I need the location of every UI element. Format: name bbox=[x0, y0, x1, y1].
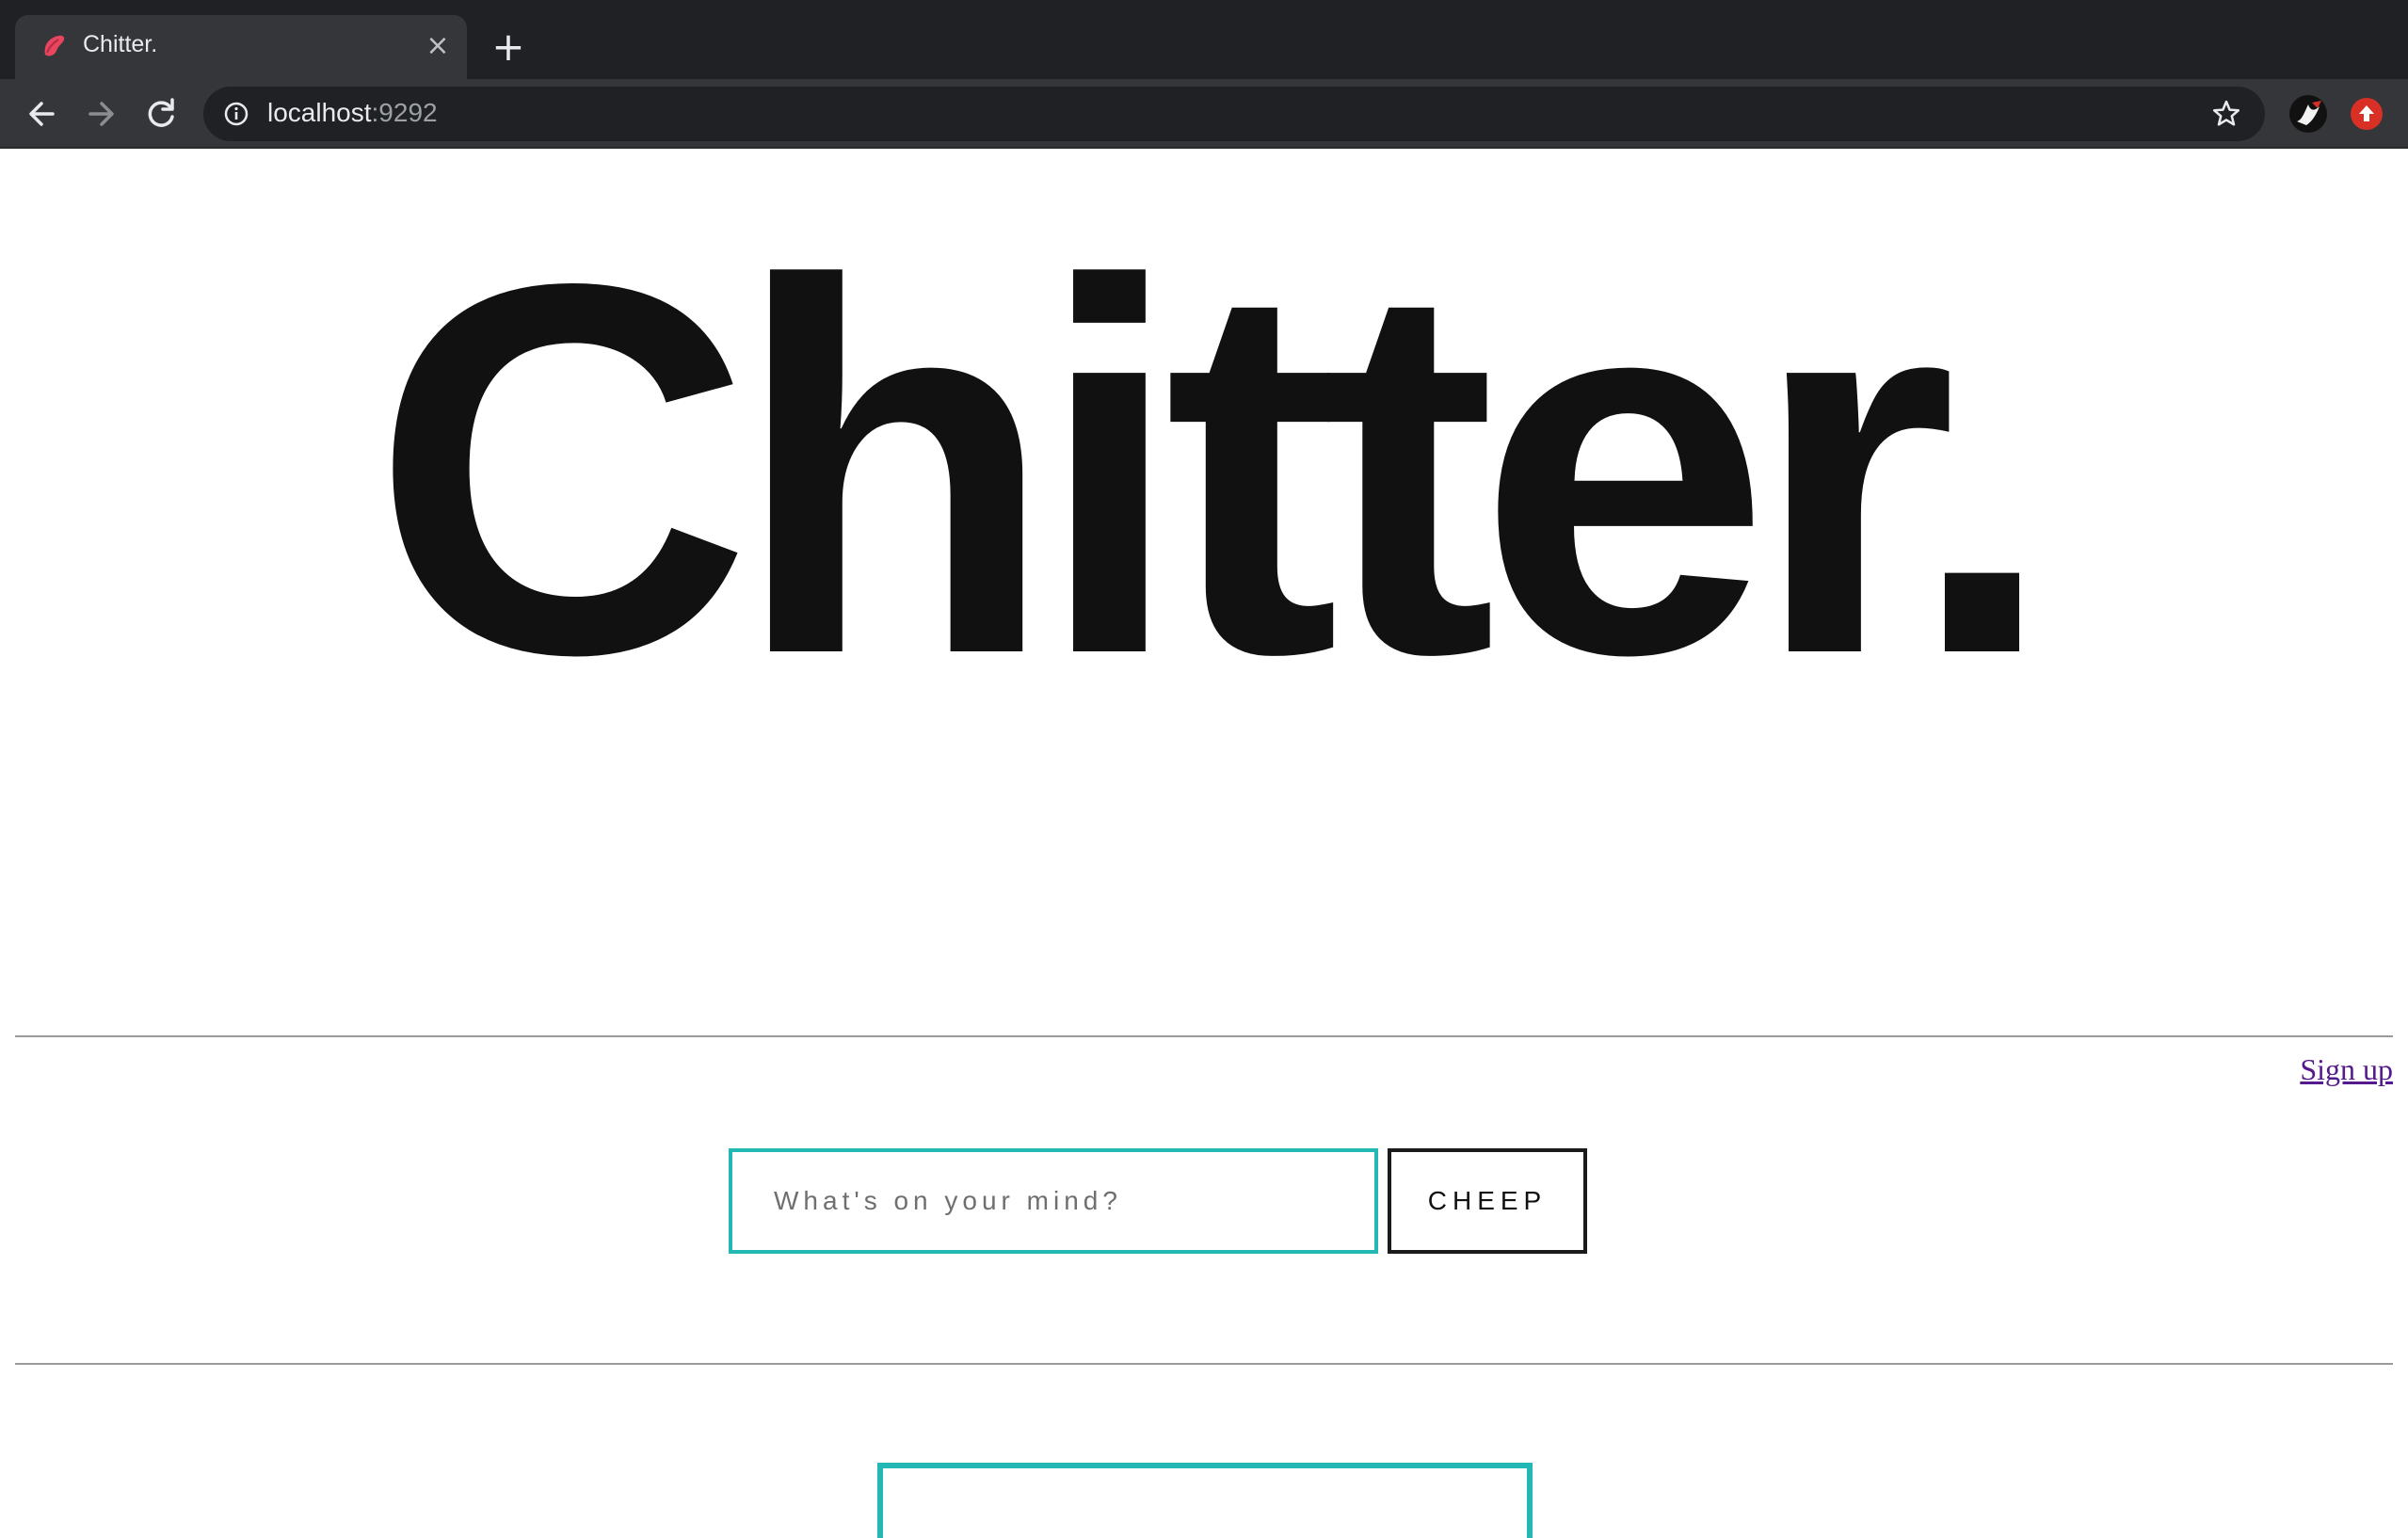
page-content: Chitter. Sign up CHEEP bbox=[0, 149, 2408, 1538]
cheep-input[interactable] bbox=[729, 1148, 1378, 1254]
info-icon[interactable] bbox=[222, 100, 250, 128]
upload-extension-icon[interactable] bbox=[2350, 97, 2384, 131]
plus-icon[interactable]: + bbox=[486, 26, 531, 68]
extension-avatar-icon[interactable] bbox=[2288, 93, 2329, 135]
peep-card bbox=[877, 1463, 1533, 1538]
url-host: localhost bbox=[267, 98, 372, 127]
address-bar[interactable]: localhost:9292 bbox=[203, 87, 2265, 141]
browser-tab-active[interactable]: Chitter. × bbox=[15, 15, 467, 79]
site-logo: Chitter. bbox=[371, 174, 2055, 763]
url-text: localhost:9292 bbox=[267, 98, 438, 128]
browser-tab-strip: Chitter. × + bbox=[0, 0, 2408, 79]
star-icon[interactable] bbox=[2210, 98, 2242, 130]
close-icon[interactable]: × bbox=[422, 30, 454, 62]
forward-arrow-icon[interactable] bbox=[79, 93, 124, 135]
bird-favicon-icon bbox=[44, 35, 65, 56]
reload-icon[interactable] bbox=[139, 93, 185, 135]
back-arrow-icon[interactable] bbox=[19, 93, 64, 135]
divider bbox=[15, 1035, 2393, 1037]
cheep-button[interactable]: CHEEP bbox=[1388, 1148, 1587, 1254]
tab-title: Chitter. bbox=[83, 31, 158, 57]
url-port: :9292 bbox=[371, 98, 438, 127]
divider bbox=[15, 1363, 2393, 1365]
signup-link[interactable]: Sign up bbox=[2300, 1052, 2393, 1087]
